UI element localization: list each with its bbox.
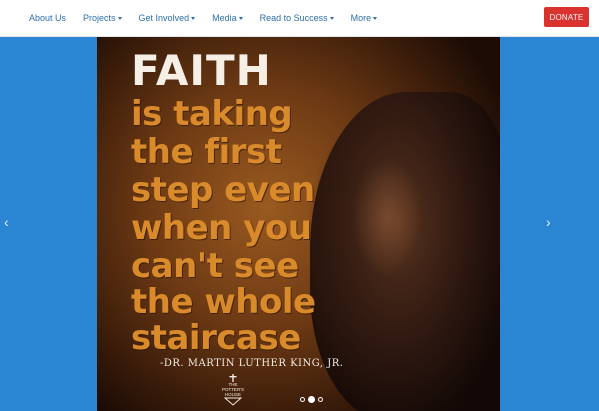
carousel-slide-image: FAITH is taking the first step even when… [97,37,500,411]
quote-heading: FAITH [131,46,272,95]
nav-item-label: Get Involved [138,13,190,23]
caret-down-icon [117,17,122,20]
logo-text: HOUSE [224,392,241,397]
nav-item-label: More [350,13,372,23]
triangle-icon [224,397,242,406]
carousel-dot-active[interactable] [308,396,315,403]
caret-down-icon [329,17,334,20]
caret-down-icon [238,17,243,20]
nav-item-more[interactable]: More [351,13,378,23]
carousel-dot[interactable] [318,397,323,402]
chevron-left-icon[interactable]: ‹ [4,215,9,229]
hero-carousel: FAITH is taking the first step even when… [0,37,599,411]
chevron-right-icon[interactable]: › [546,215,551,229]
nav-item-label: Media [212,13,237,23]
quote-line: staircase [131,318,301,358]
quote-line: can't see [131,246,299,286]
quote-line: is taking [131,94,293,134]
portrait-highlight [352,157,422,277]
caret-down-icon [191,17,196,20]
potters-house-logo: THE POTTER'S HOUSE [217,374,249,408]
cross-icon [229,374,237,382]
nav-item-label: About Us [29,13,67,23]
main-nav: About Us Projects Get Involved Media Rea… [29,0,394,36]
quote-line: the first [131,132,282,172]
quote-line: step even [131,170,315,210]
nav-item-media[interactable]: Media [212,13,243,23]
carousel-indicators [300,396,326,403]
nav-item-label: Projects [83,13,116,23]
nav-item-label: Read to Success [259,13,328,23]
nav-item-projects[interactable]: Projects [83,13,122,23]
top-navbar: About Us Projects Get Involved Media Rea… [0,0,599,37]
quote-attribution: -DR. MARTIN LUTHER KING, JR. [160,358,344,369]
nav-item-about-us[interactable]: About Us [29,13,66,23]
quote-line: the whole [131,282,316,322]
quote-line: when you [131,208,312,248]
nav-item-get-involved[interactable]: Get Involved [139,13,196,23]
donate-button[interactable]: DONATE [544,7,589,27]
nav-item-read-to-success[interactable]: Read to Success [260,13,334,23]
caret-down-icon [373,17,378,20]
carousel-dot[interactable] [300,397,305,402]
